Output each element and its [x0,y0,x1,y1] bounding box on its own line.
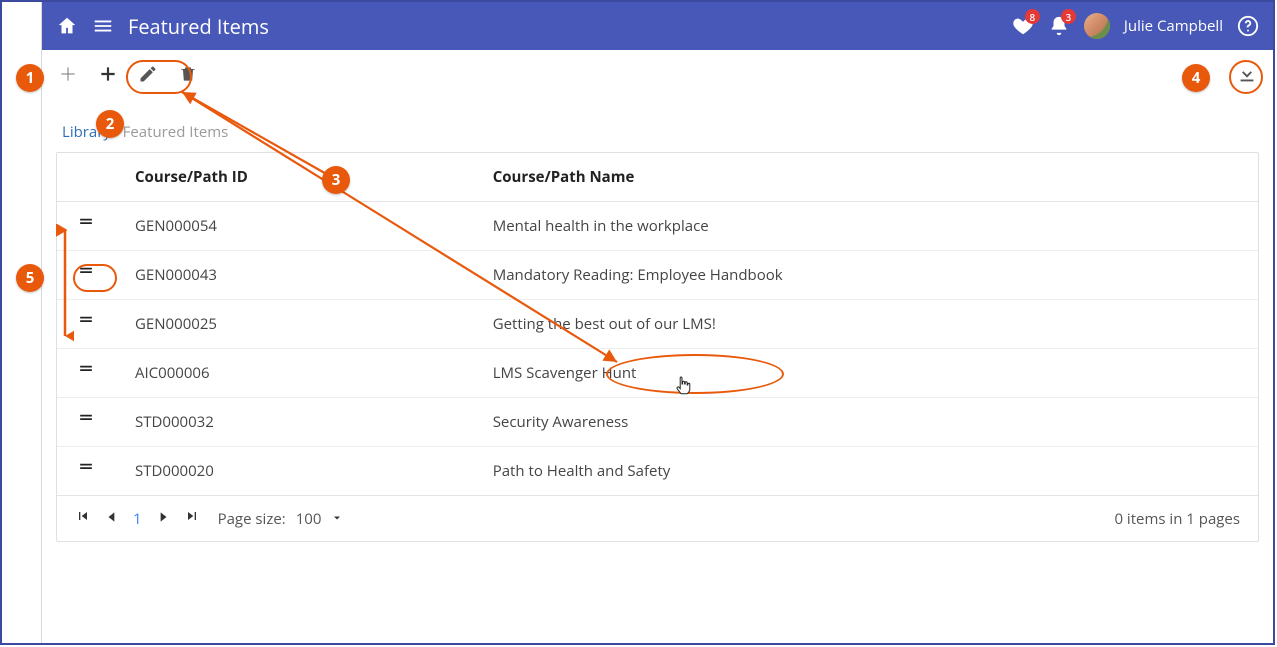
callout-1: 1 [16,64,44,92]
user-name[interactable]: Julie Campbell [1124,16,1223,36]
items-card: Course/Path ID Course/Path Name GEN00005… [56,152,1259,542]
home-icon[interactable] [56,15,78,37]
heart-badge: 8 [1025,9,1040,24]
callout-3: 3 [322,166,350,194]
cell-course-id: AIC000006 [117,349,475,398]
cell-course-id: GEN000025 [117,300,475,349]
col-course-id[interactable]: Course/Path ID [117,153,475,202]
items-table: Course/Path ID Course/Path Name GEN00005… [57,153,1258,495]
callout-4: 4 [1182,64,1210,92]
edit-button[interactable] [136,62,160,86]
callout-2: 2 [96,110,124,138]
cell-course-name: Getting the best out of our LMS! [475,300,1258,349]
drag-handle-icon[interactable] [75,217,97,231]
cell-course-name: Path to Health and Safety [475,447,1258,496]
cell-course-name: LMS Scavenger Hunt [475,349,1258,398]
pager-last-icon[interactable] [184,508,200,529]
cell-course-id: GEN000054 [117,202,475,251]
col-course-name[interactable]: Course/Path Name [475,153,1258,202]
pager-first-icon[interactable] [75,508,91,529]
page-title: Featured Items [128,13,269,40]
cell-course-id: STD000032 [117,398,475,447]
table-row[interactable]: STD000032Security Awareness [57,398,1258,447]
drag-handle-icon[interactable] [75,315,97,329]
cell-course-name: Security Awareness [475,398,1258,447]
avatar[interactable] [1084,13,1110,39]
page-size-dropdown-icon[interactable] [331,509,343,529]
bell-badge: 3 [1061,9,1076,24]
col-handle [57,153,117,202]
table-row[interactable]: GEN000043Mandatory Reading: Employee Han… [57,251,1258,300]
sidebar-stub [2,2,42,643]
cell-course-id: STD000020 [117,447,475,496]
drag-handle-icon[interactable] [75,413,97,427]
toolbar [42,50,1273,98]
pager-prev-icon[interactable] [105,509,119,529]
pager: 1 Page size: 100 0 items in 1 pages [57,495,1258,541]
table-row[interactable]: GEN000025Getting the best out of our LMS… [57,300,1258,349]
breadcrumb: Library Featured Items [42,114,1273,150]
add-course-button[interactable] [56,62,80,86]
page-size-label: Page size: [218,509,286,529]
drag-handle-icon[interactable] [75,364,97,378]
page-size-value[interactable]: 100 [296,509,322,529]
drag-handle-icon[interactable] [75,462,97,476]
table-row[interactable]: AIC000006LMS Scavenger Hunt [57,349,1258,398]
pager-next-icon[interactable] [156,509,170,529]
download-button[interactable] [1235,62,1259,86]
menu-icon[interactable] [92,15,114,37]
cell-course-name: Mandatory Reading: Employee Handbook [475,251,1258,300]
cell-course-name: Mental health in the workplace [475,202,1258,251]
table-row[interactable]: GEN000054Mental health in the workplace [57,202,1258,251]
cell-course-id: GEN000043 [117,251,475,300]
callout-5: 5 [16,264,44,292]
pager-summary: 0 items in 1 pages [1114,509,1240,529]
topbar: Featured Items 8 3 Julie Campbell [42,2,1273,50]
drag-handle-icon[interactable] [75,266,97,280]
help-icon[interactable] [1237,15,1259,37]
table-row[interactable]: STD000020Path to Health and Safety [57,447,1258,496]
delete-button[interactable] [176,62,200,86]
add-path-button[interactable] [96,62,120,86]
pager-page-number[interactable]: 1 [133,509,142,529]
breadcrumb-current: Featured Items [123,122,229,142]
